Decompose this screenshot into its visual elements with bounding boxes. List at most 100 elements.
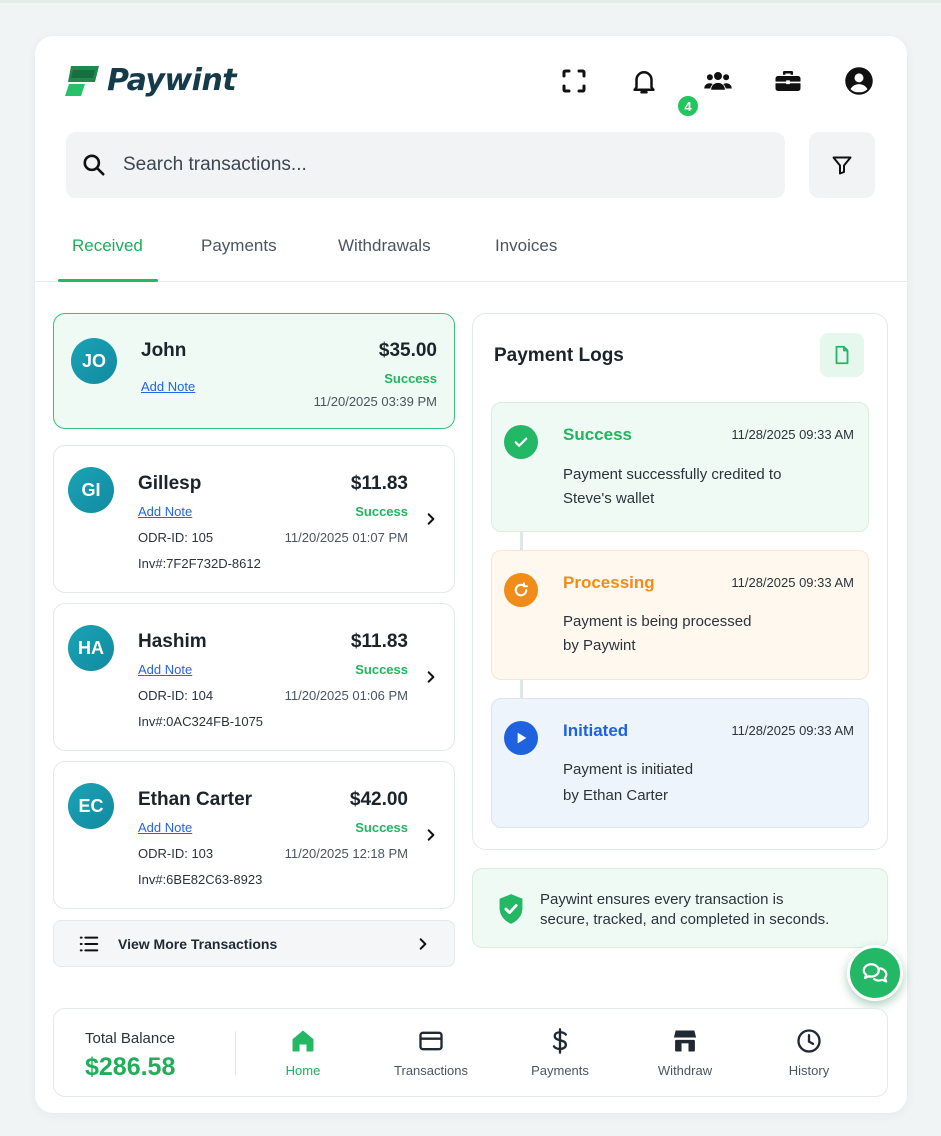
- invoice-number: Inv#:0AC324FB-1075: [138, 714, 264, 729]
- play-icon: [504, 721, 538, 755]
- nav-label: Transactions: [394, 1063, 468, 1078]
- add-note-link[interactable]: Add Note: [138, 504, 192, 519]
- nav-payments[interactable]: Payments: [515, 1027, 605, 1078]
- transaction-date: 11/20/2025 01:06 PM: [284, 688, 408, 703]
- profile-icon: [845, 67, 873, 95]
- security-notice-line: Paywint ensures every transaction is: [540, 891, 784, 908]
- active-tab-indicator: [58, 279, 158, 282]
- log-description: Steve's wallet: [563, 490, 655, 507]
- log-description: by Paywint: [563, 637, 636, 654]
- transaction-name: Hashim: [138, 631, 207, 652]
- export-logs-button[interactable]: [820, 333, 864, 377]
- log-description: by Ethan Carter: [563, 787, 669, 804]
- transaction-date: 11/20/2025 12:18 PM: [284, 846, 408, 861]
- logo-mark-icon: [65, 66, 99, 96]
- refresh-icon: [504, 573, 538, 607]
- invoice-number: Inv#:6BE82C63-8923: [138, 872, 263, 887]
- nav-history[interactable]: History: [764, 1027, 854, 1078]
- add-note-link[interactable]: Add Note: [138, 662, 192, 677]
- status-badge: Success: [355, 504, 408, 519]
- transaction-name: Gillesp: [138, 473, 202, 494]
- log-status: Initiated: [563, 721, 629, 740]
- shield-check-icon: [499, 894, 523, 924]
- order-id: ODR-ID: 103: [138, 846, 214, 861]
- transaction-amount: $11.83: [350, 473, 408, 494]
- log-description: Payment successfully credited to: [563, 466, 782, 483]
- order-id: ODR-ID: 104: [138, 688, 214, 703]
- transaction-name: John: [141, 340, 187, 361]
- chat-icon: [862, 963, 888, 983]
- store-icon: [673, 1030, 697, 1052]
- payment-logs-panel: Payment Logs Success 11/28/2025 09:33 AM…: [472, 313, 888, 850]
- avatar: EC: [68, 783, 114, 829]
- app-logo[interactable]: Paywint: [65, 60, 237, 100]
- document-icon: [835, 345, 849, 365]
- tab-received[interactable]: Received: [72, 236, 143, 256]
- chevron-right-icon: [419, 937, 427, 950]
- log-time: 11/28/2025 09:33 AM: [731, 575, 854, 590]
- chevron-right-icon[interactable]: [424, 512, 438, 526]
- nav-divider: [235, 1031, 236, 1075]
- status-badge: Success: [355, 820, 408, 835]
- check-icon: [504, 425, 538, 459]
- nav-label: History: [788, 1063, 830, 1078]
- transaction-card[interactable]: HA Hashim Add Note ODR-ID: 104 Inv#:0AC3…: [53, 603, 455, 751]
- bell-icon: [633, 71, 655, 94]
- tab-payments[interactable]: Payments: [201, 236, 277, 256]
- search-input[interactable]: [123, 154, 723, 176]
- security-notice-line: secure, tracked, and completed in second…: [540, 911, 830, 928]
- avatar: GI: [68, 467, 114, 513]
- nav-label: Home: [285, 1063, 321, 1078]
- transaction-amount: $42.00: [349, 789, 408, 810]
- dollar-icon: [552, 1028, 568, 1054]
- home-icon: [292, 1030, 314, 1052]
- log-description: Payment is initiated: [563, 761, 694, 778]
- transaction-amount: $35.00: [378, 340, 437, 361]
- transaction-date: 11/20/2025 01:07 PM: [284, 530, 408, 545]
- notifications-button[interactable]: [627, 64, 661, 98]
- view-more-transactions-button[interactable]: View More Transactions: [53, 920, 455, 967]
- chevron-right-icon[interactable]: [424, 828, 438, 842]
- chevron-right-icon[interactable]: [424, 670, 438, 684]
- business-button[interactable]: [771, 64, 805, 98]
- log-time: 11/28/2025 09:33 AM: [731, 723, 854, 738]
- list-icon: [79, 936, 99, 951]
- security-notice: Paywint ensures every transaction is sec…: [472, 868, 888, 948]
- filter-button[interactable]: [809, 132, 875, 198]
- status-badge: Success: [384, 371, 437, 386]
- log-time: 11/28/2025 09:33 AM: [731, 427, 854, 442]
- search-bar: [66, 132, 785, 198]
- order-id: ODR-ID: 105: [138, 530, 214, 545]
- payment-logs-title: Payment Logs: [494, 345, 624, 366]
- filter-icon: [832, 156, 852, 175]
- transaction-card[interactable]: JO John Add Note $35.00 Success 11/20/20…: [53, 313, 455, 429]
- card-icon: [419, 1031, 443, 1051]
- avatar: JO: [71, 338, 117, 384]
- balance-value: $286.58: [85, 1053, 176, 1081]
- scan-button[interactable]: [557, 64, 591, 98]
- add-note-link[interactable]: Add Note: [138, 820, 192, 835]
- nav-label: Payments: [531, 1063, 589, 1078]
- balance-label: Total Balance: [85, 1030, 176, 1047]
- profile-button[interactable]: [842, 64, 876, 98]
- invoice-number: Inv#:7F2F732D-8612: [138, 556, 261, 571]
- tab-withdrawals[interactable]: Withdrawals: [338, 236, 431, 256]
- nav-withdraw[interactable]: Withdraw: [640, 1027, 730, 1078]
- bottom-navigation: Total Balance $286.58 Home Transactions …: [53, 1008, 888, 1097]
- chat-support-button[interactable]: [847, 945, 903, 1001]
- users-button[interactable]: [701, 64, 735, 98]
- notification-badge: 4: [676, 94, 700, 118]
- tab-invoices[interactable]: Invoices: [495, 236, 557, 256]
- nav-transactions[interactable]: Transactions: [386, 1027, 476, 1078]
- search-icon: [83, 154, 105, 176]
- status-badge: Success: [355, 662, 408, 677]
- add-note-link[interactable]: Add Note: [141, 379, 195, 394]
- avatar: HA: [68, 625, 114, 671]
- transaction-card[interactable]: GI Gillesp Add Note ODR-ID: 105 Inv#:7F2…: [53, 445, 455, 593]
- transaction-name: Ethan Carter: [138, 789, 253, 810]
- nav-home[interactable]: Home: [258, 1027, 348, 1078]
- transaction-card[interactable]: EC Ethan Carter Add Note ODR-ID: 103 Inv…: [53, 761, 455, 909]
- users-icon: [704, 72, 732, 90]
- view-more-label: View More Transactions: [118, 935, 278, 952]
- clock-icon: [797, 1029, 821, 1053]
